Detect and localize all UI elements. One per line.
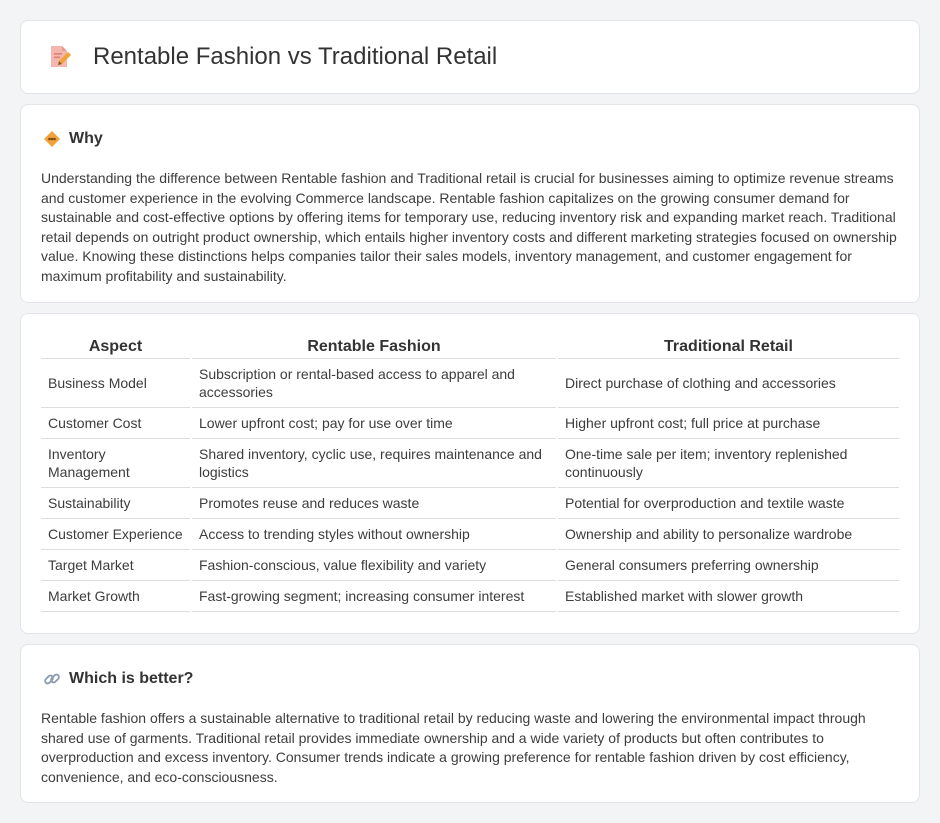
cell-aspect: Target Market xyxy=(41,549,192,581)
table-row: Target Market Fashion-conscious, value f… xyxy=(41,549,899,581)
cell-traditional: One-time sale per item; inventory replen… xyxy=(557,438,899,488)
cell-traditional: Potential for overproduction and textile… xyxy=(557,487,899,519)
cell-traditional: Established market with slower growth xyxy=(557,580,899,612)
diamond-sparkle-icon xyxy=(43,130,61,148)
which-is-better-body: Rentable fashion offers a sustainable al… xyxy=(41,710,866,785)
cell-traditional: Direct purchase of clothing and accessor… xyxy=(557,358,899,408)
why-body: Understanding the difference between Ren… xyxy=(41,170,897,284)
cell-traditional: General consumers preferring ownership xyxy=(557,549,899,581)
why-section: Why Understanding the difference between… xyxy=(20,104,920,303)
cell-aspect: Sustainability xyxy=(41,487,192,519)
table-header-row: Aspect Rentable Fashion Traditional Reta… xyxy=(41,332,899,359)
cell-rentable: Lower upfront cost; pay for use over tim… xyxy=(191,407,558,439)
cell-traditional: Ownership and ability to personalize war… xyxy=(557,518,899,550)
cell-aspect: Customer Experience xyxy=(41,518,192,550)
table-row: Business Model Subscription or rental-ba… xyxy=(41,358,899,408)
cell-aspect: Market Growth xyxy=(41,580,192,612)
link-icon xyxy=(43,670,61,688)
cell-aspect: Inventory Management xyxy=(41,438,192,488)
page-title: Rentable Fashion vs Traditional Retail xyxy=(93,43,498,70)
header-traditional-retail: Traditional Retail xyxy=(557,332,899,359)
cell-rentable: Shared inventory, cyclic use, requires m… xyxy=(191,438,558,488)
header-aspect: Aspect xyxy=(41,332,192,359)
table-row: Inventory Management Shared inventory, c… xyxy=(41,438,899,488)
comparison-table: Aspect Rentable Fashion Traditional Reta… xyxy=(41,332,899,612)
document-pencil-icon xyxy=(47,44,73,70)
cell-rentable: Subscription or rental-based access to a… xyxy=(191,358,558,408)
which-is-better-section: Which is better? Rentable fashion offers… xyxy=(20,644,920,803)
table-row: Customer Cost Lower upfront cost; pay fo… xyxy=(41,407,899,439)
cell-rentable: Access to trending styles without owners… xyxy=(191,518,558,550)
header-rentable-fashion: Rentable Fashion xyxy=(191,332,558,359)
why-heading: Why xyxy=(69,130,103,147)
cell-rentable: Fashion-conscious, value flexibility and… xyxy=(191,549,558,581)
cell-rentable: Fast-growing segment; increasing consume… xyxy=(191,580,558,612)
comparison-table-card: Aspect Rentable Fashion Traditional Reta… xyxy=(20,313,920,634)
cell-rentable: Promotes reuse and reduces waste xyxy=(191,487,558,519)
cell-traditional: Higher upfront cost; full price at purch… xyxy=(557,407,899,439)
cell-aspect: Customer Cost xyxy=(41,407,192,439)
which-is-better-heading: Which is better? xyxy=(69,670,194,687)
table-row: Market Growth Fast-growing segment; incr… xyxy=(41,580,899,612)
title-card: Rentable Fashion vs Traditional Retail xyxy=(20,20,920,94)
table-row: Customer Experience Access to trending s… xyxy=(41,518,899,550)
table-row: Sustainability Promotes reuse and reduce… xyxy=(41,487,899,519)
cell-aspect: Business Model xyxy=(41,358,192,408)
